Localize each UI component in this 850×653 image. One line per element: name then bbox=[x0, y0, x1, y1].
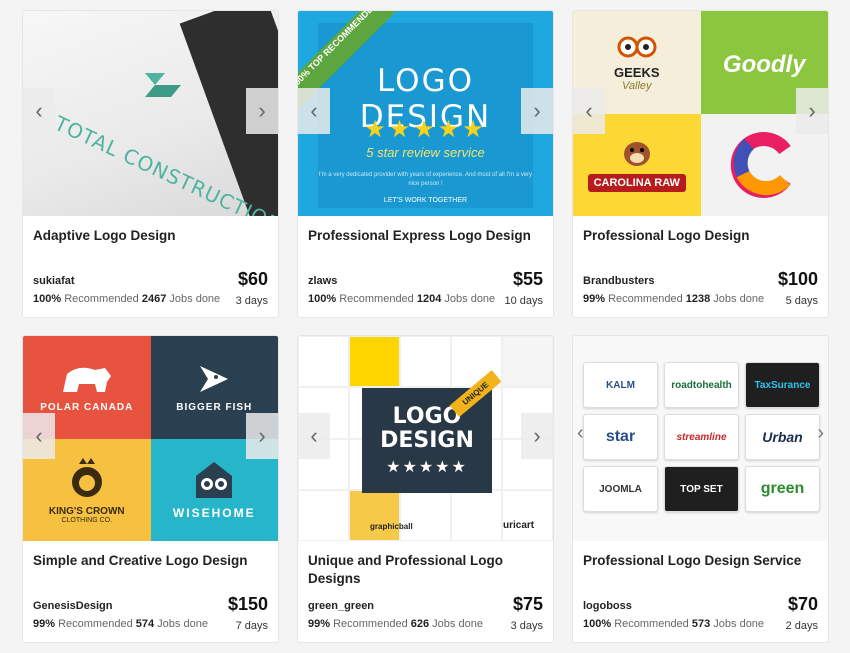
promo-body: I'm a very dedicated provider with years… bbox=[318, 172, 533, 187]
glasses-icon bbox=[617, 36, 657, 58]
next-image-button[interactable]: › bbox=[246, 88, 278, 134]
gig-price: $60 bbox=[237, 269, 268, 289]
prev-image-button[interactable]: ‹ bbox=[298, 413, 330, 459]
prev-image-button[interactable]: ‹ bbox=[573, 88, 605, 134]
prev-image-button[interactable]: ‹ bbox=[23, 88, 55, 134]
next-image-button[interactable]: › bbox=[796, 88, 828, 134]
c-letter-icon bbox=[731, 131, 791, 198]
gig-image[interactable]: POLAR CANADA BIGGER FISH KING'S CROWN CL… bbox=[23, 336, 278, 541]
seller-stats: 100% Recommended 573 Jobs done bbox=[583, 618, 765, 630]
logo-text: TOTAL CONSTRUCTION bbox=[50, 111, 278, 216]
star-rating-icon: ★★★★★ bbox=[364, 116, 487, 143]
gig-image[interactable]: GEEKS Valley Goodly CAROLINA RAW ‹ › bbox=[573, 11, 828, 216]
logo-tile: TaxSurance bbox=[745, 362, 820, 408]
gig-card[interactable]: TOTAL CONSTRUCTION ‹ › Adaptive Logo Des… bbox=[22, 10, 279, 318]
gig-title[interactable]: Professional Express Logo Design bbox=[308, 227, 543, 245]
gig-title[interactable]: Simple and Creative Logo Design bbox=[33, 552, 268, 570]
logo-sample: graphicball bbox=[370, 522, 413, 531]
gig-price: $55 bbox=[512, 269, 543, 289]
logo-tile: streamline bbox=[664, 414, 739, 460]
delivery-days: 3 days bbox=[235, 295, 268, 307]
gig-card[interactable]: GEEKS Valley Goodly CAROLINA RAW ‹ › Pro… bbox=[572, 10, 829, 318]
logo-tiles: KALM roadtohealth TaxSurance star stream… bbox=[583, 362, 820, 512]
logo-tile: star bbox=[583, 414, 658, 460]
next-image-button[interactable]: › bbox=[521, 413, 553, 459]
delivery-days: 2 days bbox=[785, 620, 818, 632]
gig-price: $150 bbox=[227, 594, 268, 614]
logo-tile: TOP SET bbox=[664, 466, 739, 512]
gig-price: $100 bbox=[777, 269, 818, 289]
logo-tile: roadtohealth bbox=[664, 362, 739, 408]
gig-image[interactable]: KALM roadtohealth TaxSurance star stream… bbox=[573, 336, 828, 541]
lion-icon bbox=[71, 457, 102, 497]
construction-logo-mark bbox=[145, 73, 181, 97]
delivery-days: 5 days bbox=[785, 295, 818, 307]
seller-name[interactable]: zlaws bbox=[308, 275, 337, 287]
gig-title[interactable]: Professional Logo Design Service bbox=[583, 552, 818, 570]
gig-image[interactable]: TOTAL CONSTRUCTION ‹ › bbox=[23, 11, 278, 216]
seller-name[interactable]: Brandbusters bbox=[583, 275, 655, 287]
seller-name[interactable]: green_green bbox=[308, 600, 374, 612]
logo-sample: uricart bbox=[503, 520, 535, 531]
prev-image-button[interactable]: ‹ bbox=[23, 413, 55, 459]
prev-image-button[interactable]: ‹ bbox=[298, 88, 330, 134]
gig-title[interactable]: Professional Logo Design bbox=[583, 227, 818, 245]
logo-tile: Urban bbox=[745, 414, 820, 460]
gig-card[interactable]: POLAR CANADA BIGGER FISH KING'S CROWN CL… bbox=[22, 335, 279, 643]
gig-card[interactable]: LOGO DESIGN ★★★★★ 5 star review service … bbox=[297, 10, 554, 318]
delivery-days: 7 days bbox=[235, 620, 268, 632]
gig-card[interactable]: KALM roadtohealth TaxSurance star stream… bbox=[572, 335, 829, 643]
delivery-days: 10 days bbox=[504, 295, 543, 307]
gig-image[interactable]: LOGO DESIGN ★★★★★ 5 star review service … bbox=[298, 11, 553, 216]
seller-stats: 99% Recommended 1238 Jobs done bbox=[583, 293, 765, 305]
owl-house-icon bbox=[196, 461, 233, 498]
gig-title[interactable]: Unique and Professional Logo Designs bbox=[308, 552, 543, 588]
seller-name[interactable]: logoboss bbox=[583, 600, 632, 612]
logo-tile: KALM bbox=[583, 362, 658, 408]
delivery-days: 3 days bbox=[510, 620, 543, 632]
logo-tile: green bbox=[745, 466, 820, 512]
gig-card[interactable]: LOGO DESIGN ★★★★★ UNIQUE graphicball uri… bbox=[297, 335, 554, 643]
bear-icon bbox=[62, 367, 111, 392]
gig-price: $75 bbox=[512, 594, 543, 614]
next-image-button[interactable]: › bbox=[817, 422, 824, 445]
gig-title[interactable]: Adaptive Logo Design bbox=[33, 227, 268, 245]
seller-stats: 99% Recommended 574 Jobs done bbox=[33, 618, 208, 630]
logo-tile: JOOMLA bbox=[583, 466, 658, 512]
gig-image[interactable]: LOGO DESIGN ★★★★★ UNIQUE graphicball uri… bbox=[298, 336, 553, 541]
promo-subtitle: 5 star review service bbox=[366, 145, 485, 160]
seller-stats: 100% Recommended 2467 Jobs done bbox=[33, 293, 221, 305]
gig-price: $70 bbox=[787, 594, 818, 614]
seller-stats: 100% Recommended 1204 Jobs done bbox=[308, 293, 496, 305]
star-rating-icon: ★★★★★ bbox=[386, 458, 468, 476]
prev-image-button[interactable]: ‹ bbox=[577, 422, 584, 445]
next-image-button[interactable]: › bbox=[521, 88, 553, 134]
next-image-button[interactable]: › bbox=[246, 413, 278, 459]
seller-name[interactable]: sukiafat bbox=[33, 275, 75, 287]
seller-name[interactable]: GenesisDesign bbox=[33, 600, 112, 612]
dog-icon bbox=[623, 141, 650, 166]
promo-cta: LET'S WORK TOGETHER bbox=[383, 197, 468, 204]
fish-icon bbox=[200, 365, 229, 392]
seller-stats: 99% Recommended 626 Jobs done bbox=[308, 618, 483, 630]
